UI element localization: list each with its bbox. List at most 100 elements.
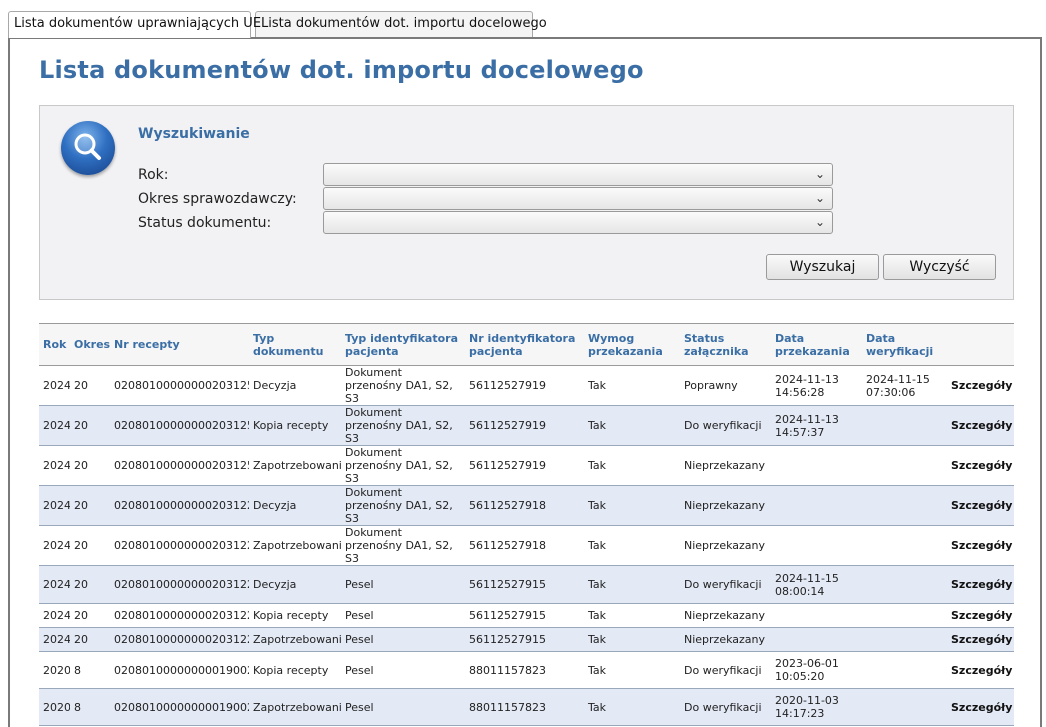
- cell-nr-identyfikatora: 56112527919: [465, 405, 584, 446]
- col-header-status[interactable]: Status załącznika: [680, 323, 771, 366]
- cell-status: Do weryfikacji: [680, 565, 771, 604]
- tab-lista-dokumentow-import[interactable]: Lista dokumentów dot. importu docelowego: [255, 11, 547, 37]
- details-link[interactable]: Szczegóły: [947, 525, 1014, 566]
- cell-okres: 8: [70, 688, 110, 726]
- cell-nr-recepty: 020801000000002031221: [110, 485, 249, 526]
- table-row[interactable]: 2024 20 020801000000002031222 Zapotrzebowan…: [39, 627, 1014, 652]
- cell-wymog: Tak: [584, 627, 680, 652]
- cell-nr-recepty: 020801000000002031222: [110, 565, 249, 604]
- okres-label: Okres sprawozdawczy:: [138, 191, 297, 207]
- cell-nr-recepty: 020801000000002031256: [110, 405, 249, 446]
- table-row[interactable]: 2024 20 020801000000002031222 Kopia recepty…: [39, 603, 1014, 628]
- cell-status: Nieprzekazany: [680, 445, 771, 486]
- col-header-data-weryfikacji[interactable]: Data weryfikacji: [862, 323, 947, 366]
- cell-status: Poprawny: [680, 365, 771, 406]
- col-header-typ-dokumentu[interactable]: Typ dokumentu: [249, 323, 341, 366]
- clear-button[interactable]: Wyczyść: [883, 254, 996, 280]
- cell-typ-identyfikatora: Pesel: [341, 688, 465, 726]
- content-frame: Lista dokumentów dot. importu docelowego…: [8, 37, 1042, 727]
- details-link[interactable]: Szczegóły: [947, 627, 1014, 652]
- chevron-down-icon: ⌄: [814, 191, 825, 205]
- table-row[interactable]: 2024 20 020801000000002031222 Decyzja Pesel 5…: [39, 565, 1014, 604]
- cell-nr-identyfikatora: 56112527915: [465, 603, 584, 628]
- rok-label: Rok:: [138, 167, 169, 183]
- cell-data-weryfikacji: [862, 651, 947, 689]
- search-heading: Wyszukiwanie: [138, 126, 250, 142]
- table-row[interactable]: 2024 20 020801000000002031221 Zapotrzebowan…: [39, 525, 1014, 566]
- search-panel: Wyszukiwanie Rok: ⌄ Okres sprawozdawczy:…: [39, 105, 1014, 300]
- cell-typ-dokumentu: Kopia recepty: [249, 405, 341, 446]
- col-header-actions: [947, 323, 1014, 366]
- table-row[interactable]: 2024 20 020801000000002031256 Decyzja Dokume…: [39, 365, 1014, 406]
- cell-typ-identyfikatora: Pesel: [341, 651, 465, 689]
- cell-data-weryfikacji: [862, 445, 947, 486]
- cell-data-weryfikacji: [862, 688, 947, 726]
- table-row[interactable]: 2020 8 020801000000000190026 Kopia recepty P…: [39, 651, 1014, 689]
- documents-table: Rok Okres Nr recepty Typ dokumentu Typ i…: [39, 323, 1014, 726]
- cell-status: Nieprzekazany: [680, 485, 771, 526]
- cell-okres: 20: [70, 525, 110, 566]
- cell-nr-identyfikatora: 56112527919: [465, 365, 584, 406]
- cell-okres: 20: [70, 627, 110, 652]
- table-row[interactable]: 2024 20 020801000000002031256 Kopia recepty…: [39, 405, 1014, 446]
- cell-rok: 2024: [39, 445, 70, 486]
- cell-status: Nieprzekazany: [680, 603, 771, 628]
- col-header-wymog[interactable]: Wymog przekazania: [584, 323, 680, 366]
- cell-data-przekazania: 2024-11-13 14:56:28: [771, 365, 862, 406]
- cell-nr-identyfikatora: 56112527915: [465, 565, 584, 604]
- cell-typ-dokumentu: Zapotrzebowanie: [249, 688, 341, 726]
- cell-data-przekazania: [771, 525, 862, 566]
- details-link[interactable]: Szczegóły: [947, 603, 1014, 628]
- details-link[interactable]: Szczegóły: [947, 688, 1014, 726]
- cell-data-przekazania: 2024-11-13 14:57:37: [771, 405, 862, 446]
- table-row[interactable]: 2020 8 020801000000000190026 Zapotrzebowani…: [39, 688, 1014, 726]
- col-header-typ-identyfikatora[interactable]: Typ identyfikatora pacjenta: [341, 323, 465, 366]
- cell-data-weryfikacji: [862, 627, 947, 652]
- search-button[interactable]: Wyszukaj: [766, 254, 879, 280]
- col-header-data-przekazania[interactable]: Data przekazania: [771, 323, 862, 366]
- magnifier-icon: [61, 121, 115, 175]
- details-link[interactable]: Szczegóły: [947, 651, 1014, 689]
- details-link[interactable]: Szczegóły: [947, 445, 1014, 486]
- col-header-nr-identyfikatora[interactable]: Nr identyfikatora pacjenta: [465, 323, 584, 366]
- cell-nr-identyfikatora: 56112527919: [465, 445, 584, 486]
- cell-status: Nieprzekazany: [680, 627, 771, 652]
- cell-typ-identyfikatora: Pesel: [341, 565, 465, 604]
- cell-typ-identyfikatora: Dokument przenośny DA1, S2, S3: [341, 485, 465, 526]
- table-row[interactable]: 2024 20 020801000000002031221 Decyzja Dokume…: [39, 485, 1014, 526]
- cell-nr-identyfikatora: 56112527918: [465, 485, 584, 526]
- rok-select[interactable]: ⌄: [323, 163, 833, 186]
- col-header-nr-recepty[interactable]: Nr recepty: [110, 323, 249, 366]
- cell-nr-identyfikatora: 88011157823: [465, 651, 584, 689]
- cell-okres: 20: [70, 405, 110, 446]
- cell-okres: 8: [70, 651, 110, 689]
- okres-select[interactable]: ⌄: [323, 187, 833, 210]
- col-header-rok[interactable]: Rok: [39, 323, 70, 366]
- col-header-okres[interactable]: Okres: [70, 323, 110, 366]
- cell-data-weryfikacji: [862, 485, 947, 526]
- cell-rok: 2024: [39, 365, 70, 406]
- cell-typ-identyfikatora: Dokument przenośny DA1, S2, S3: [341, 525, 465, 566]
- cell-typ-identyfikatora: Pesel: [341, 627, 465, 652]
- chevron-down-icon: ⌄: [814, 167, 825, 181]
- status-select[interactable]: ⌄: [323, 211, 833, 234]
- cell-wymog: Tak: [584, 485, 680, 526]
- details-link[interactable]: Szczegóły: [947, 485, 1014, 526]
- cell-wymog: Tak: [584, 405, 680, 446]
- cell-data-przekazania: 2023-06-01 10:05:20: [771, 651, 862, 689]
- details-link[interactable]: Szczegóły: [947, 365, 1014, 406]
- tab-lista-dokumentow-ue[interactable]: Lista dokumentów uprawniających UE: [8, 11, 261, 38]
- cell-okres: 20: [70, 485, 110, 526]
- table-row[interactable]: 2024 20 020801000000002031256 Zapotrzebowan…: [39, 445, 1014, 486]
- cell-status: Do weryfikacji: [680, 688, 771, 726]
- details-link[interactable]: Szczegóły: [947, 405, 1014, 446]
- cell-nr-recepty: 020801000000000190026: [110, 651, 249, 689]
- cell-wymog: Tak: [584, 565, 680, 604]
- cell-data-weryfikacji: 2024-11-15 07:30:06: [862, 365, 947, 406]
- details-link[interactable]: Szczegóły: [947, 565, 1014, 604]
- cell-typ-dokumentu: Zapotrzebowanie: [249, 627, 341, 652]
- cell-typ-identyfikatora: Dokument przenośny DA1, S2, S3: [341, 365, 465, 406]
- cell-okres: 20: [70, 365, 110, 406]
- cell-nr-recepty: 020801000000002031221: [110, 525, 249, 566]
- cell-status: Do weryfikacji: [680, 651, 771, 689]
